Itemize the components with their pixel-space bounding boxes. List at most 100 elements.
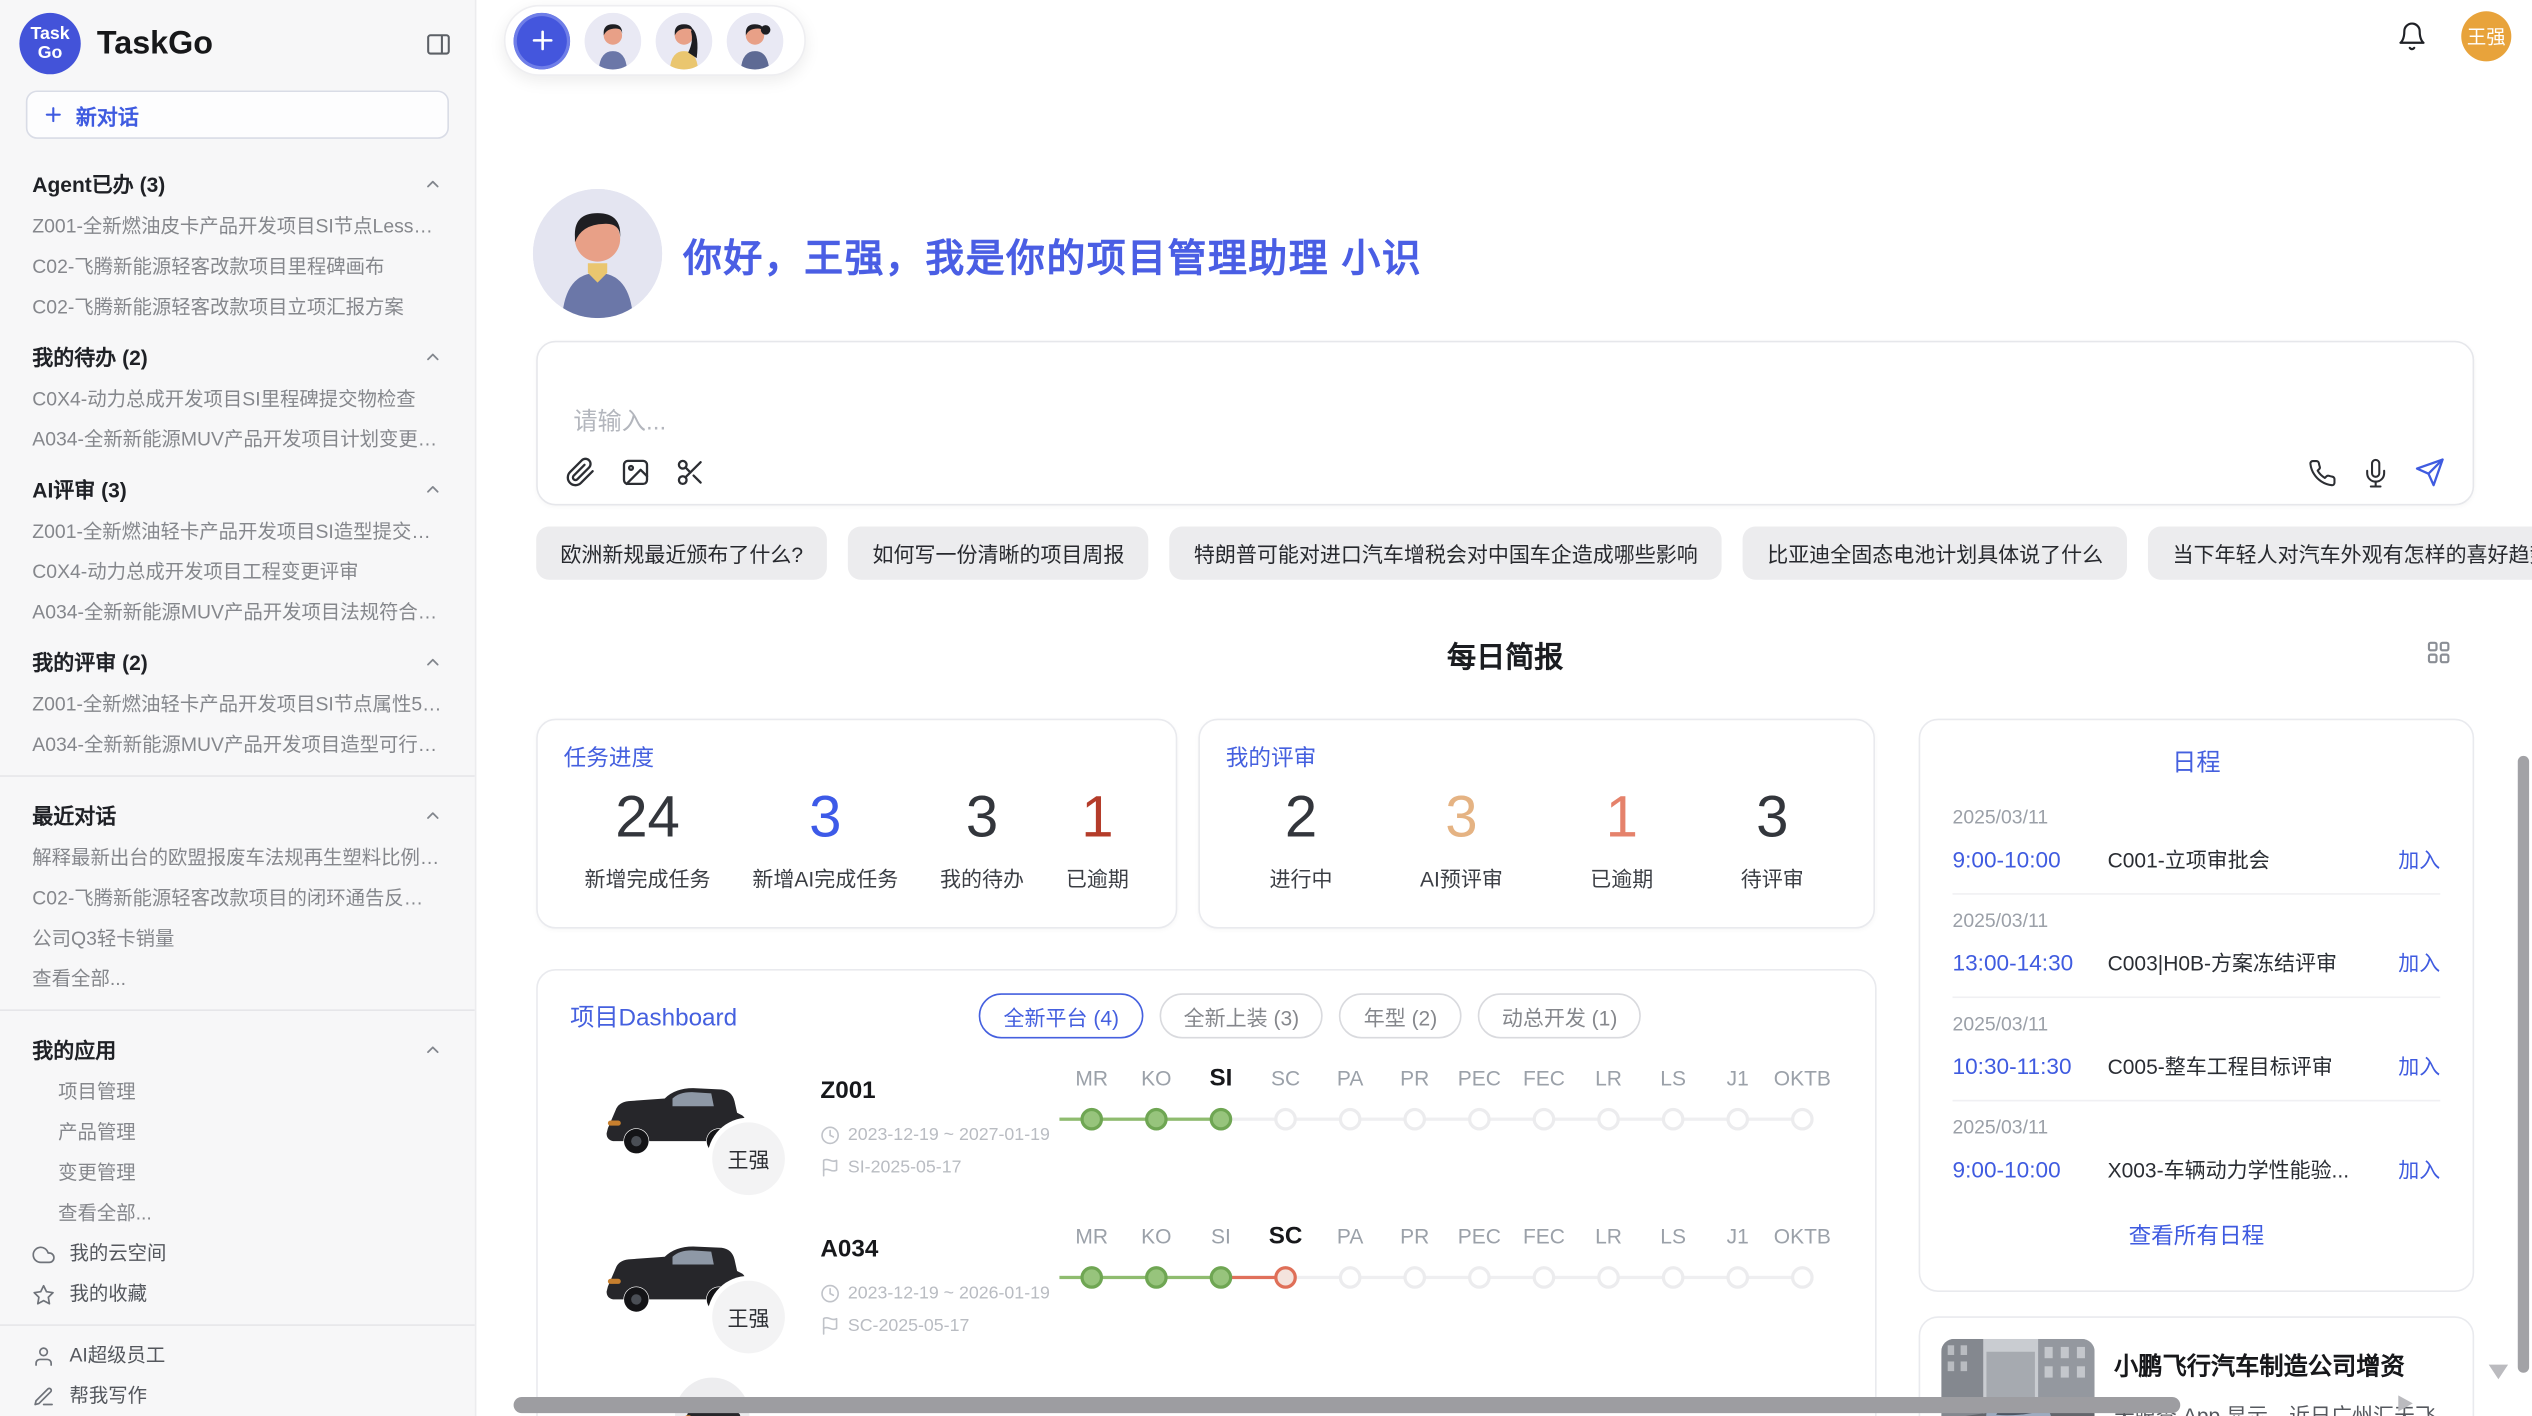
- schedule-event: 2025/03/1113:00-14:30C003|H0B-方案冻结评审加入: [1953, 895, 2441, 998]
- stat-label: 待评审: [1741, 862, 1804, 893]
- milestone-label: KO: [1124, 1224, 1189, 1248]
- dashboard-filter-chip[interactable]: 全新平台 (4): [979, 993, 1143, 1038]
- suggestion-chip[interactable]: 比亚迪全固态电池计划具体说了什么: [1743, 526, 2127, 579]
- attachment-icon[interactable]: [565, 457, 596, 488]
- suggestion-chip[interactable]: 当下年轻人对汽车外观有怎样的喜好趋势: [2148, 526, 2532, 579]
- dashboard-filter-chip[interactable]: 全新上装 (3): [1159, 993, 1323, 1038]
- new-chat-button[interactable]: 新对话: [26, 90, 449, 138]
- milestone-timeline: MRKOSISCPAPRPECFECLRLSJ1OKTB: [1059, 1064, 1834, 1138]
- collapse-sidebar-icon[interactable]: [425, 30, 452, 57]
- sidebar-app-item[interactable]: 查看全部...: [0, 1193, 475, 1233]
- sidebar-task-item[interactable]: C0X4-动力总成开发项目工程变更评审: [0, 552, 475, 592]
- notification-bell-icon[interactable]: [2397, 21, 2428, 52]
- sidebar-section-header-apps[interactable]: 我的应用: [0, 1021, 475, 1073]
- sidebar-tool-item[interactable]: AI超级员工: [0, 1336, 475, 1376]
- sidebar-task-item[interactable]: A034-全新新能源MUV产品开发项目造型可行性评审: [0, 725, 475, 765]
- agent-avatar-2[interactable]: [656, 12, 713, 69]
- sidebar-task-item[interactable]: Z001-全新燃油轻卡产品开发项目SI造型提交物评审: [0, 512, 475, 552]
- suggestion-chip[interactable]: 欧洲新规最近颁布了什么?: [536, 526, 827, 579]
- project-row-Z001[interactable]: 王强Z0012023-12-19 ~ 2027-01-19SI-2025-05-…: [570, 1061, 1843, 1219]
- microphone-icon[interactable]: [2361, 458, 2390, 487]
- milestone-cell: [1641, 1261, 1706, 1288]
- suggestion-chip[interactable]: 如何写一份清晰的项目周报: [848, 526, 1148, 579]
- project-row-A034[interactable]: 王强A0342023-12-19 ~ 2026-01-19SC-2025-05-…: [570, 1219, 1843, 1377]
- sidebar-app-item[interactable]: 产品管理: [0, 1113, 475, 1153]
- milestone-dot-SC: [1274, 1108, 1297, 1131]
- join-event-link[interactable]: 加入: [2398, 843, 2440, 874]
- view-all-schedule-link[interactable]: 查看所有日程: [1953, 1219, 2441, 1251]
- milestone-label: OKTB: [1770, 1224, 1835, 1248]
- sidebar-section-header-0[interactable]: Agent已办 (3): [0, 155, 475, 207]
- sidebar-task-item[interactable]: Z001-全新燃油轻卡产品开发项目SI节点属性5D文件评审: [0, 685, 475, 725]
- milestone-labels: MRKOSISCPAPRPECFECLRLSJ1OKTB: [1059, 1223, 1834, 1250]
- grid-layout-icon[interactable]: [2426, 640, 2452, 674]
- milestone-dot-LS: [1662, 1108, 1685, 1131]
- phone-icon[interactable]: [2308, 458, 2337, 487]
- sidebar-section-header-2[interactable]: AI评审 (3): [0, 460, 475, 512]
- scroll-down-arrow-icon[interactable]: [2489, 1365, 2508, 1380]
- sidebar-recent-item[interactable]: C02-飞腾新能源轻客改款项目的闭环通告反馈情况: [0, 879, 475, 919]
- stat-value: 3: [940, 780, 1024, 854]
- scissors-icon[interactable]: [675, 457, 706, 488]
- sidebar-recent-item[interactable]: 查看全部...: [0, 959, 475, 999]
- sidebar-app-item[interactable]: 变更管理: [0, 1153, 475, 1193]
- schedule-event: 2025/03/1110:30-11:30C005-整车工程目标评审加入: [1953, 998, 2441, 1101]
- user-avatar[interactable]: 王强: [2461, 11, 2511, 61]
- vertical-scrollbar[interactable]: [2518, 756, 2529, 1373]
- join-event-link[interactable]: 加入: [2398, 946, 2440, 977]
- sidebar-section-header-recent[interactable]: 最近对话: [0, 787, 475, 839]
- chat-input[interactable]: [570, 401, 2030, 453]
- milestone-dot-SI: [1210, 1108, 1233, 1131]
- sidebar-task-item[interactable]: Z001-全新燃油皮卡产品开发项目SI节点Lesson Learn报告: [0, 207, 475, 247]
- sidebar-recent-item[interactable]: 解释最新出台的欧盟报废车法规再生塑料比例被调到15%...: [0, 838, 475, 878]
- sidebar-task-item[interactable]: C02-飞腾新能源轻客改款项目里程碑画布: [0, 247, 475, 287]
- join-event-link[interactable]: 加入: [2398, 1050, 2440, 1081]
- dashboard-filter-chip[interactable]: 年型 (2): [1340, 993, 1462, 1038]
- project-date-range: 2023-12-19 ~ 2027-01-19: [820, 1126, 1049, 1145]
- event-date: 2025/03/11: [1953, 806, 2441, 829]
- sidebar-recent-item[interactable]: 公司Q3轻卡销量: [0, 919, 475, 959]
- sidebar-section-header-3[interactable]: 我的评审 (2): [0, 633, 475, 685]
- stat-label: 新增完成任务: [585, 862, 711, 893]
- chevron-up-icon: [423, 652, 442, 671]
- sidebar-item-label: 帮我写作: [69, 1384, 147, 1408]
- sidebar-item-cloud[interactable]: 我的云空间: [0, 1234, 475, 1274]
- sidebar-section-header-1[interactable]: 我的待办 (2): [0, 328, 475, 380]
- chat-input-card: [536, 341, 2474, 506]
- sidebar-item-star[interactable]: 我的收藏: [0, 1274, 475, 1314]
- stat-cell: 3AI预评审: [1420, 780, 1503, 893]
- event-row: 13:00-14:30C003|H0B-方案冻结评审加入: [1953, 946, 2441, 977]
- send-icon[interactable]: [2414, 457, 2445, 488]
- milestone-cell: [1124, 1103, 1189, 1130]
- milestone-label: LS: [1641, 1224, 1706, 1248]
- sidebar-task-item[interactable]: A034-全新新能源MUV产品开发项目计划变更表编写: [0, 420, 475, 460]
- agent-avatar-1[interactable]: [585, 12, 642, 69]
- milestone-label: SI: [1189, 1224, 1254, 1248]
- milestone-cell: [1512, 1103, 1577, 1130]
- sidebar-task-item[interactable]: A034-全新新能源MUV产品开发项目法规符合性评审: [0, 593, 475, 633]
- image-icon[interactable]: [620, 457, 651, 488]
- scroll-right-arrow-icon[interactable]: [2398, 1395, 2413, 1411]
- milestone-cell: [1059, 1261, 1124, 1288]
- horizontal-scrollbar[interactable]: [514, 1397, 2181, 1413]
- flag-text: SC-2025-05-17: [848, 1316, 969, 1335]
- sidebar-task-item[interactable]: C02-飞腾新能源轻客改款项目立项汇报方案: [0, 287, 475, 327]
- stat-label: AI预评审: [1420, 862, 1503, 893]
- suggestion-chip[interactable]: 特朗普可能对进口汽车增税会对中国车企造成哪些影响: [1170, 526, 1722, 579]
- sidebar-app-item[interactable]: 项目管理: [0, 1072, 475, 1112]
- dashboard-header: 项目Dashboard 全新平台 (4)全新上装 (3)年型 (2)动总开发 (…: [570, 993, 1843, 1038]
- add-agent-button[interactable]: [514, 12, 571, 69]
- logo-text-1: Task: [30, 24, 69, 43]
- sidebar-task-item[interactable]: C0X4-动力总成开发项目SI里程碑提交物检查: [0, 380, 475, 420]
- dashboard-filter-chip[interactable]: 动总开发 (1): [1478, 993, 1642, 1038]
- schedule-event: 2025/03/119:00-10:00X003-车辆动力学性能验...加入: [1953, 1101, 2441, 1203]
- stat-cell: 3我的待办: [940, 780, 1024, 893]
- join-event-link[interactable]: 加入: [2398, 1153, 2440, 1184]
- milestone-cell: [1059, 1103, 1124, 1130]
- milestone-label: SC: [1253, 1066, 1318, 1090]
- sidebar-tool-item[interactable]: 帮我写作: [0, 1376, 475, 1416]
- stat-value: 3: [752, 780, 898, 854]
- milestone-label: FEC: [1512, 1066, 1577, 1090]
- schedule-title: 日程: [1953, 745, 2441, 779]
- agent-avatar-3[interactable]: [727, 12, 784, 69]
